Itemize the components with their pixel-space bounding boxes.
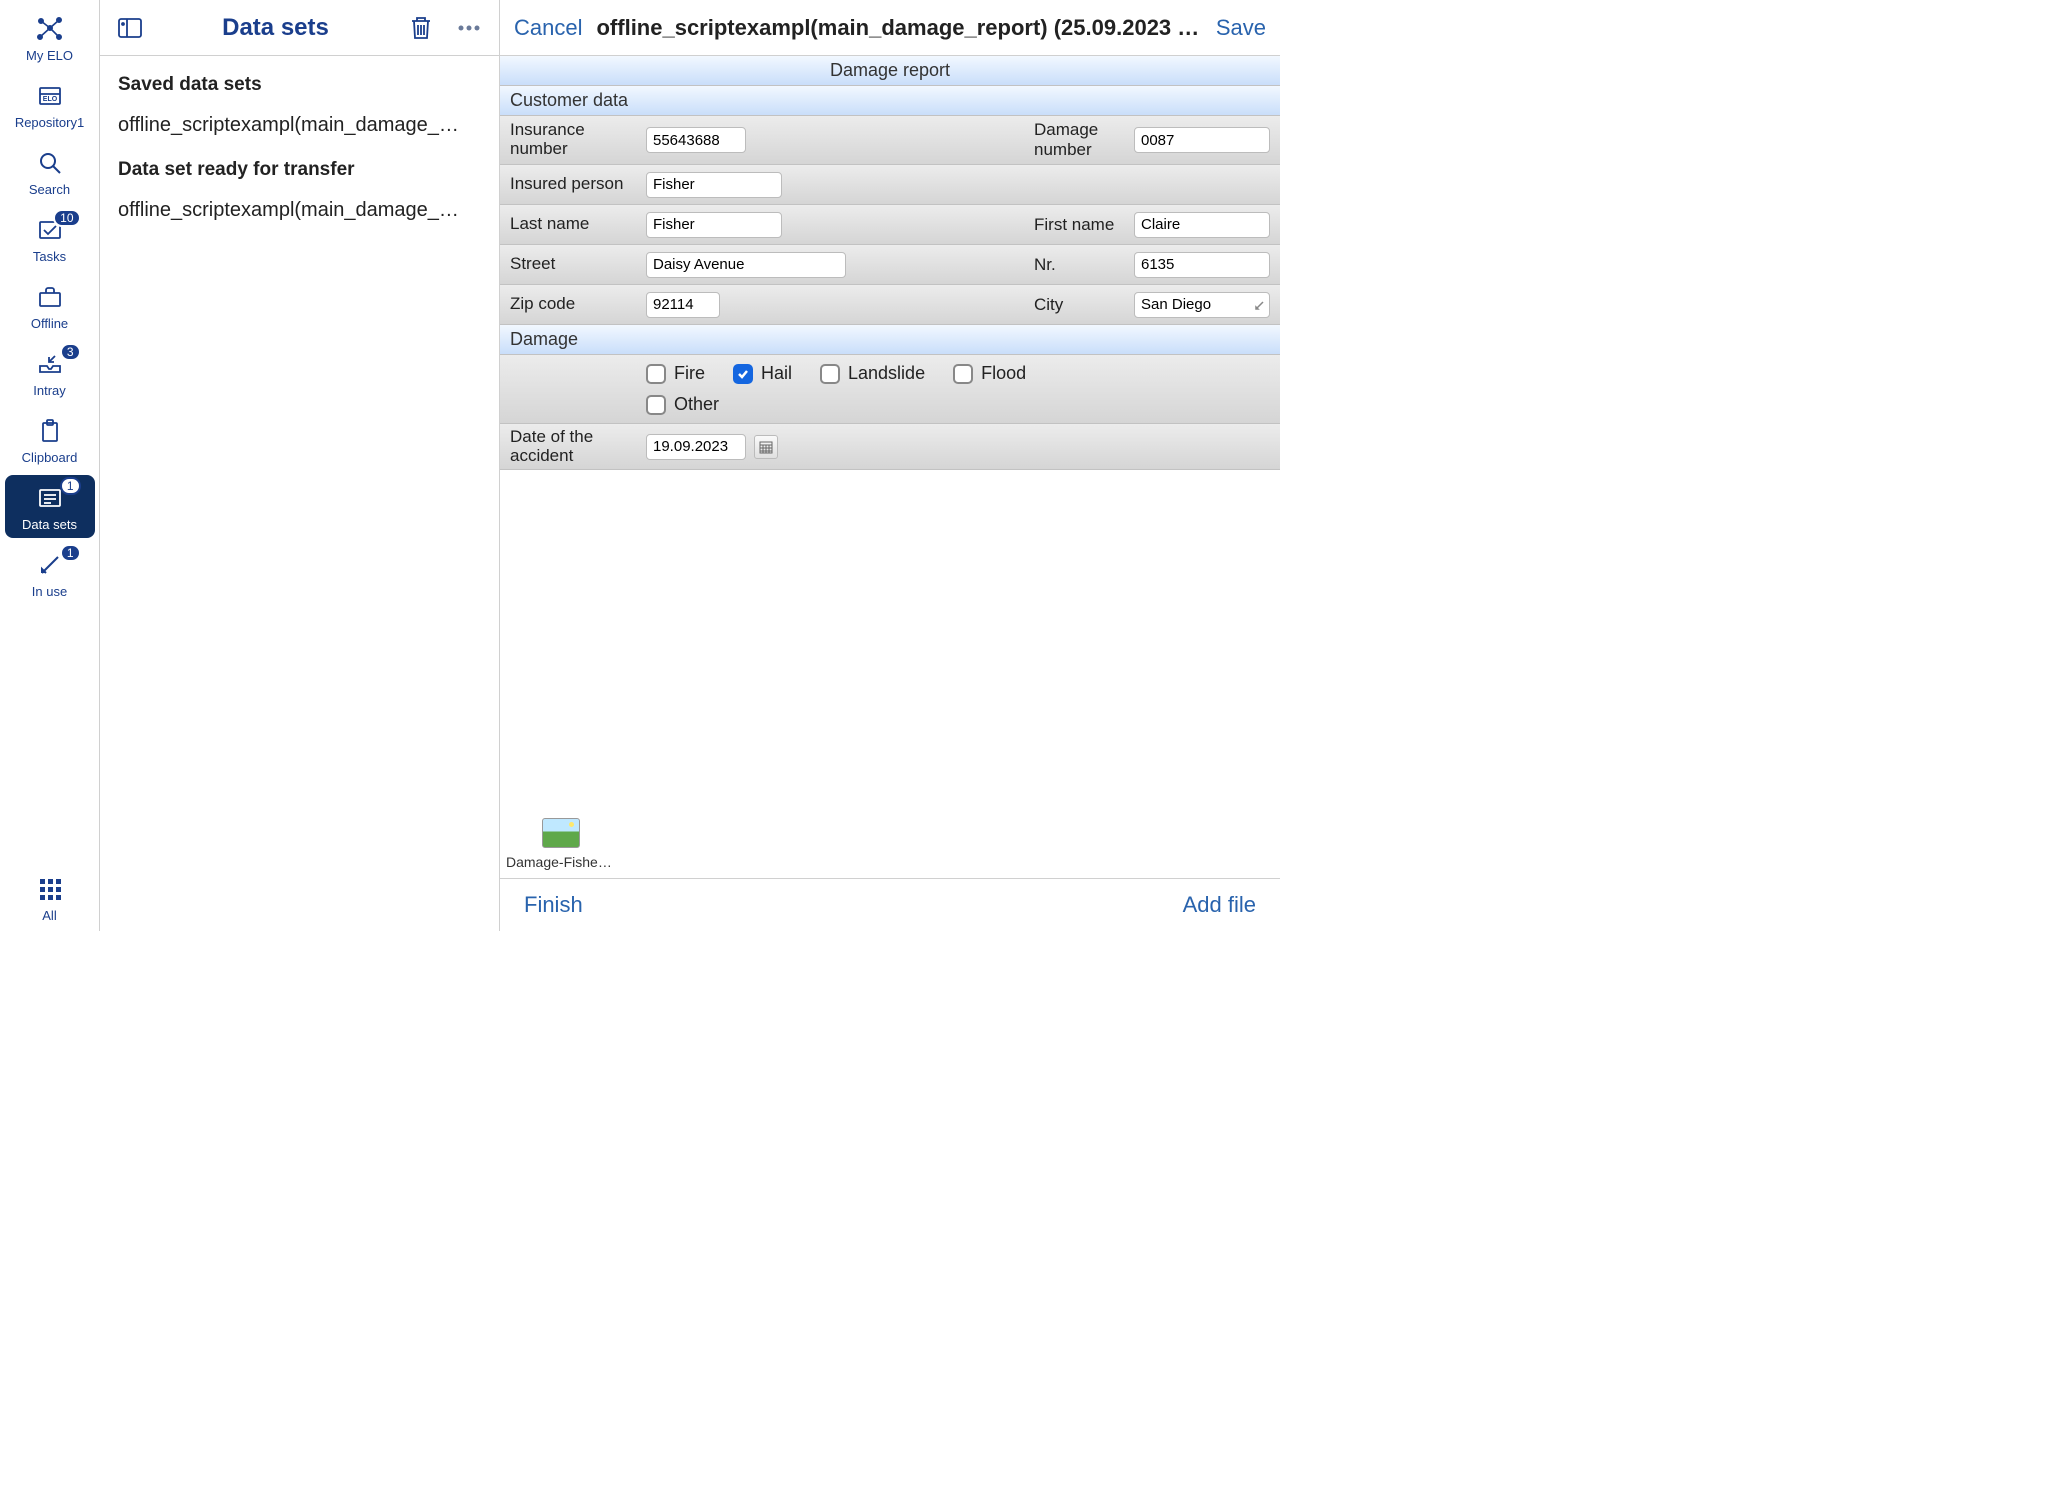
sidebar-item-intray[interactable]: 3 Intray bbox=[5, 341, 95, 404]
input-zip[interactable] bbox=[646, 292, 720, 318]
sidebar-item-tasks[interactable]: 10 Tasks bbox=[5, 207, 95, 270]
grid-icon bbox=[33, 874, 67, 904]
input-date[interactable] bbox=[646, 434, 746, 460]
checkbox-hail[interactable]: Hail bbox=[733, 363, 792, 384]
group-header-ready: Data set ready for transfer bbox=[118, 159, 481, 181]
row-street: Street Nr. bbox=[500, 245, 1280, 285]
row-insurance: Insurance number Damage number bbox=[500, 116, 1280, 165]
sidebar-item-label: In use bbox=[32, 584, 67, 599]
label-damage-number: Damage number bbox=[1026, 120, 1126, 160]
list-title: Data sets bbox=[162, 14, 389, 42]
sidebar-item-repository[interactable]: ELO Repository1 bbox=[5, 73, 95, 136]
svg-text:ELO: ELO bbox=[42, 96, 57, 103]
more-button[interactable] bbox=[453, 12, 485, 44]
checkbox-fire[interactable]: Fire bbox=[646, 363, 705, 384]
sidebar-item-label: Data sets bbox=[22, 517, 77, 532]
section-header-customer: Customer data bbox=[500, 86, 1280, 116]
network-nodes-icon bbox=[33, 14, 67, 44]
checkbox-flood[interactable]: Flood bbox=[953, 363, 1026, 384]
sidebar-item-label: Tasks bbox=[33, 249, 66, 264]
attachment-label: Damage-Fisher… bbox=[506, 854, 616, 870]
image-thumbnail-icon bbox=[542, 818, 580, 848]
section-header-main: Damage report bbox=[500, 56, 1280, 86]
sidebar-item-datasets[interactable]: 1 Data sets bbox=[5, 475, 95, 538]
label-firstname: First name bbox=[1026, 215, 1126, 235]
input-nr[interactable] bbox=[1134, 252, 1270, 278]
repository-icon: ELO bbox=[33, 81, 67, 111]
briefcase-icon bbox=[33, 282, 67, 312]
input-damage-number[interactable] bbox=[1134, 127, 1270, 153]
sidebar-item-search[interactable]: Search bbox=[5, 140, 95, 203]
list-item[interactable]: offline_scriptexampl(main_damage_… bbox=[118, 106, 481, 153]
row-zip: Zip code City bbox=[500, 285, 1280, 325]
sidebar-item-clipboard[interactable]: Clipboard bbox=[5, 408, 95, 471]
checkbox-landslide[interactable]: Landslide bbox=[820, 363, 925, 384]
label-date: Date of the accident bbox=[510, 428, 638, 465]
cancel-button[interactable]: Cancel bbox=[514, 15, 582, 41]
label-city: City bbox=[1026, 295, 1126, 315]
detail-title: offline_scriptexampl(main_damage_report)… bbox=[596, 15, 1201, 41]
list-item[interactable]: offline_scriptexampl(main_damage_… bbox=[118, 191, 481, 238]
label-insurance: Insurance number bbox=[510, 121, 638, 158]
input-city[interactable] bbox=[1134, 292, 1270, 318]
detail-header: Cancel offline_scriptexampl(main_damage_… bbox=[500, 0, 1280, 56]
sidebar-item-label: My ELO bbox=[26, 48, 73, 63]
label-zip: Zip code bbox=[510, 295, 638, 314]
list-body: Saved data sets offline_scriptexampl(mai… bbox=[100, 56, 499, 250]
sidebar-item-label: Repository1 bbox=[15, 115, 84, 130]
search-icon bbox=[33, 148, 67, 178]
list-header: Data sets bbox=[100, 0, 499, 56]
toggle-sidepanel-button[interactable] bbox=[114, 12, 146, 44]
sidebar-item-offline[interactable]: Offline bbox=[5, 274, 95, 337]
detail-footer: Finish Add file bbox=[500, 879, 1280, 931]
sidebar-item-label: All bbox=[42, 908, 56, 923]
form: Damage report Customer data Insurance nu… bbox=[500, 56, 1280, 470]
sidebar-item-label: Offline bbox=[31, 316, 68, 331]
finish-button[interactable]: Finish bbox=[524, 892, 583, 918]
attachment-area: Damage-Fisher… bbox=[500, 470, 1280, 879]
label-nr: Nr. bbox=[1026, 255, 1126, 275]
badge: 3 bbox=[60, 343, 81, 361]
badge: 1 bbox=[60, 544, 81, 562]
sidebar: My ELO ELO Repository1 Search 10 Tasks bbox=[0, 0, 100, 931]
label-street: Street bbox=[510, 255, 638, 274]
badge: 10 bbox=[53, 209, 80, 227]
row-name: Last name First name bbox=[500, 205, 1280, 245]
list-panel: Data sets Saved data sets offline_script… bbox=[100, 0, 500, 931]
input-street[interactable] bbox=[646, 252, 846, 278]
sidebar-item-label: Clipboard bbox=[22, 450, 78, 465]
row-insured: Insured person bbox=[500, 165, 1280, 205]
badge: 1 bbox=[60, 477, 81, 495]
attachment-item[interactable]: Damage-Fisher… bbox=[516, 818, 606, 870]
save-button[interactable]: Save bbox=[1216, 15, 1266, 41]
label-insured: Insured person bbox=[510, 175, 638, 194]
checkbox-other[interactable]: Other bbox=[646, 394, 1127, 415]
input-lastname[interactable] bbox=[646, 212, 782, 238]
label-lastname: Last name bbox=[510, 215, 638, 234]
row-damage-types: Fire Hail Landslide Flood Other bbox=[500, 355, 1280, 424]
input-insured-person[interactable] bbox=[646, 172, 782, 198]
section-header-damage: Damage bbox=[500, 325, 1280, 355]
row-date: Date of the accident bbox=[500, 424, 1280, 470]
sidebar-item-myelo[interactable]: My ELO bbox=[5, 6, 95, 69]
input-insurance-number[interactable] bbox=[646, 127, 746, 153]
group-header-saved: Saved data sets bbox=[118, 74, 481, 96]
detail-panel: Cancel offline_scriptexampl(main_damage_… bbox=[500, 0, 1280, 931]
pencil-icon[interactable] bbox=[1254, 299, 1266, 311]
input-firstname[interactable] bbox=[1134, 212, 1270, 238]
sidebar-item-all[interactable]: All bbox=[5, 866, 95, 929]
add-file-button[interactable]: Add file bbox=[1183, 892, 1256, 918]
delete-button[interactable] bbox=[405, 12, 437, 44]
sidebar-item-label: Intray bbox=[33, 383, 66, 398]
calendar-button[interactable] bbox=[754, 435, 778, 459]
clipboard-icon bbox=[33, 416, 67, 446]
sidebar-item-inuse[interactable]: 1 In use bbox=[5, 542, 95, 605]
sidebar-item-label: Search bbox=[29, 182, 70, 197]
